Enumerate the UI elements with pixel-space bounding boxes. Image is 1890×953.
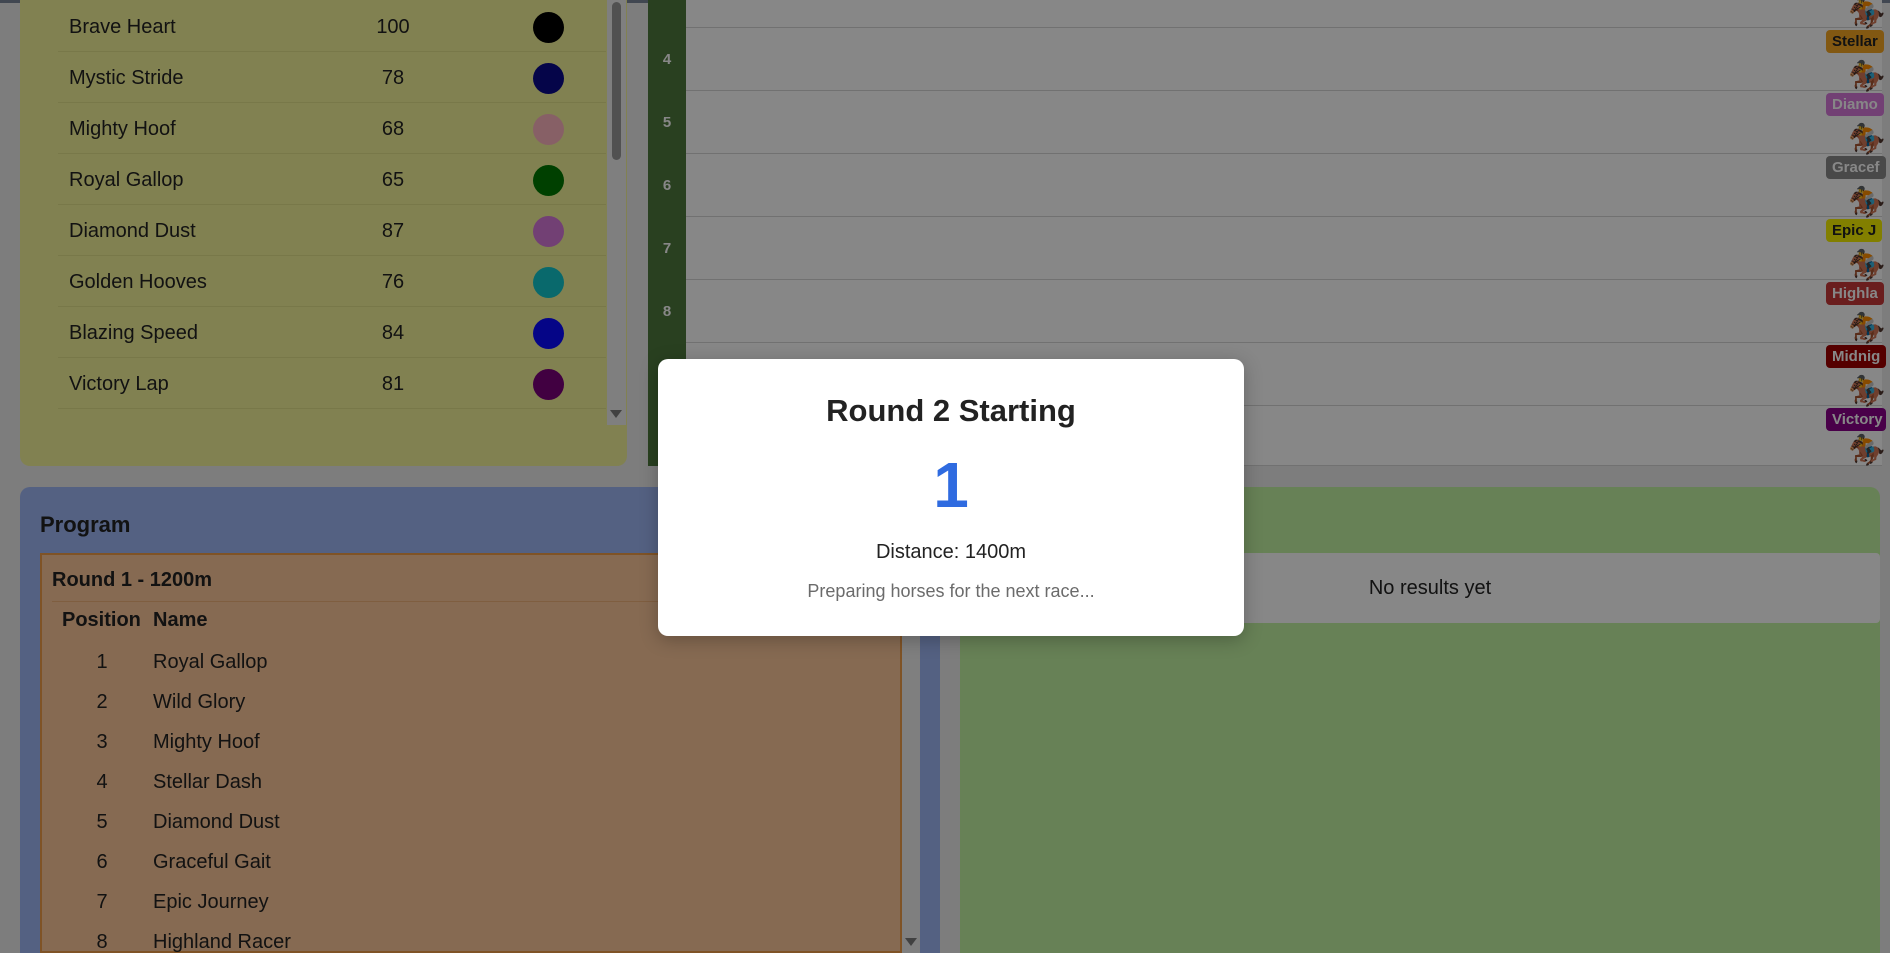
race-distance: Distance: 1400m xyxy=(875,541,1027,563)
round-start-modal: Round 2 Starting 1 Distance: 1400m Prepa… xyxy=(658,359,1244,636)
modal-title: Round 2 Starting xyxy=(826,393,1076,428)
modal-status-text: Preparing horses for the next race... xyxy=(807,581,1095,601)
countdown-number: 1 xyxy=(933,449,969,521)
